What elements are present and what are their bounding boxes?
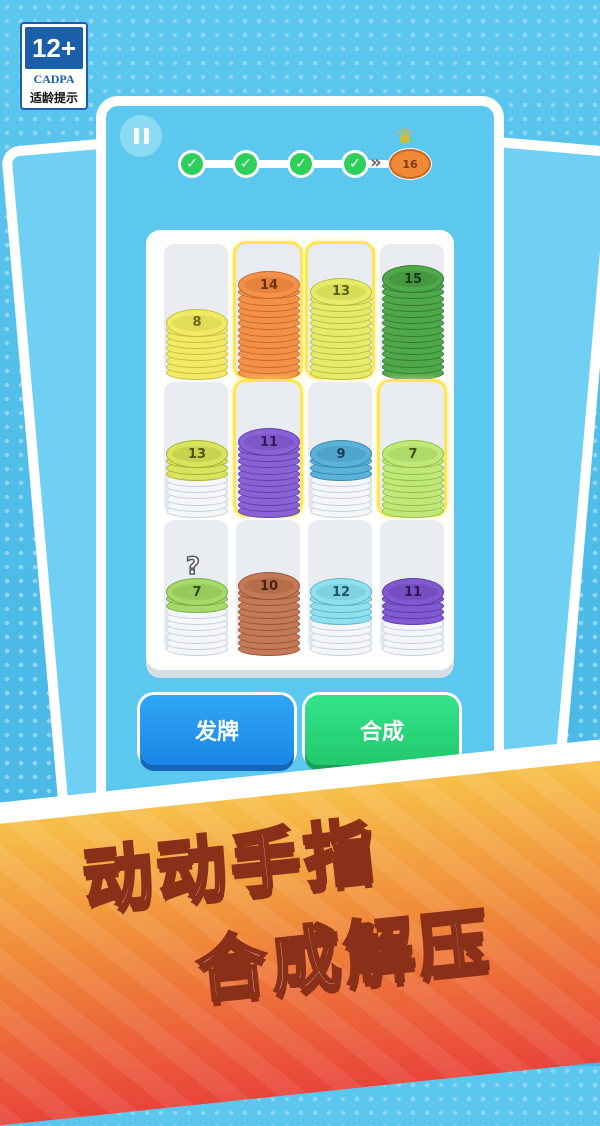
stack-board: 8 14 13 15 13 11 9 7 7? 10 12 11 xyxy=(146,230,454,670)
check-icon: ✓ xyxy=(235,153,257,175)
deal-button[interactable]: 发牌 xyxy=(140,695,294,765)
check-icon: ✓ xyxy=(181,153,203,175)
double-chevron-icon: » xyxy=(370,152,382,173)
stack-slot[interactable]: 7 xyxy=(380,382,444,518)
stack-slot[interactable]: 11 xyxy=(380,520,444,656)
stack-count-label: 11 xyxy=(238,428,300,456)
goal-badge: 16 xyxy=(388,148,432,180)
age-rating-org: CADPA xyxy=(33,72,75,86)
check-icon: ✓ xyxy=(290,153,312,175)
stack-slot[interactable]: 13 xyxy=(308,244,372,380)
level-check-4: ✓ xyxy=(341,150,369,178)
stack-slot[interactable]: 14 xyxy=(236,244,300,380)
merge-button[interactable]: 合成 xyxy=(305,695,459,765)
stack-slot[interactable]: 7? xyxy=(164,520,228,656)
stack-slot[interactable]: 8 xyxy=(164,244,228,380)
pause-button[interactable] xyxy=(120,115,162,157)
hidden-stack-question-icon: ? xyxy=(185,552,200,582)
crown-icon: ♛ xyxy=(396,124,414,148)
stack-count-label: 15 xyxy=(382,265,444,294)
level-check-2: ✓ xyxy=(232,150,260,178)
stack-slot[interactable]: 10 xyxy=(236,520,300,656)
stack-count-label: 13 xyxy=(310,277,372,306)
check-icon: ✓ xyxy=(344,153,366,175)
stack-slot[interactable]: 15 xyxy=(380,244,444,380)
stack-count-label: 8 xyxy=(166,308,228,337)
stack-slot[interactable]: 12 xyxy=(308,520,372,656)
stack-slot[interactable]: 11 xyxy=(236,382,300,518)
pause-icon xyxy=(133,128,139,144)
stack-count-label: 10 xyxy=(238,572,300,601)
age-rating-number: 12+ xyxy=(25,27,83,69)
level-check-3: ✓ xyxy=(287,150,315,178)
stack-slot[interactable]: 9 xyxy=(308,382,372,518)
age-rating-tip: 适龄提示 xyxy=(29,91,78,105)
stack-slot[interactable]: 13 xyxy=(164,382,228,518)
age-rating-badge: 12+ CADPA 适龄提示 xyxy=(20,22,88,110)
goal-coin: 16 xyxy=(389,149,431,179)
level-check-1: ✓ xyxy=(178,150,206,178)
